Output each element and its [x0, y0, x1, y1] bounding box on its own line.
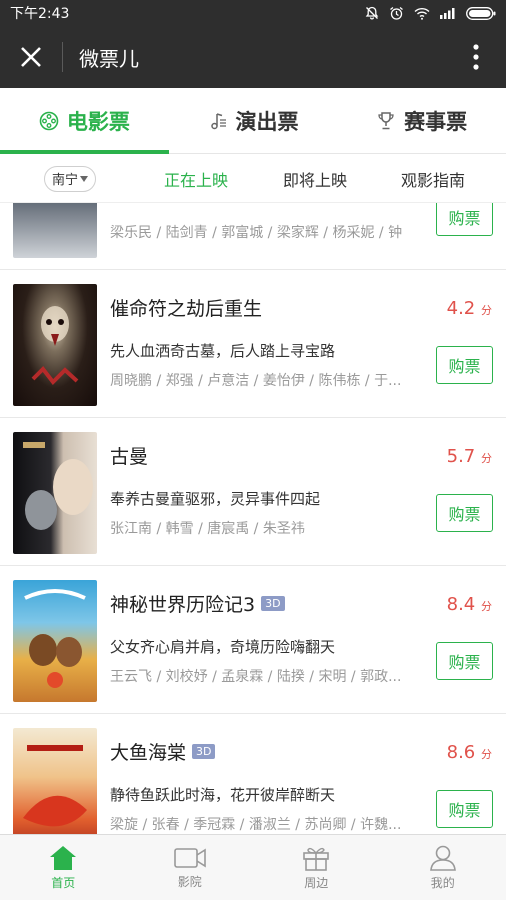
tab-movie-tickets[interactable]: 电影票: [0, 88, 169, 154]
more-vertical-icon: [473, 44, 479, 70]
tab-viewing-guide[interactable]: 观影指南: [401, 155, 465, 203]
trophy-icon: [378, 111, 394, 129]
movie-title-text: 大鱼海棠: [110, 742, 187, 764]
status-icons: [365, 6, 496, 21]
status-bar: 下午2:43: [0, 0, 506, 26]
title-bar: 微票儿: [0, 26, 506, 88]
movie-title-text: 神秘世界历险记3: [110, 594, 256, 616]
nav-nearby-label: 周边: [304, 875, 329, 890]
movie-poster: [13, 580, 97, 702]
movie-poster: [13, 284, 97, 406]
movie-score-value: 8.6: [446, 742, 476, 763]
nav-mine-label: 我的: [430, 875, 455, 890]
list-item[interactable]: 大鱼海棠 3D 8.6 分 静待鱼跃此时海，花开彼岸醉断天 梁旋 / 张春 / 季…: [0, 714, 506, 834]
movie-desc: 父女齐心肩并肩，奇境历险嗨翻天: [110, 638, 336, 656]
movie-score: 5.7 分: [447, 446, 492, 467]
score-unit: 分: [481, 600, 492, 613]
tab-now-showing[interactable]: 正在上映: [164, 155, 228, 203]
mute-bell-icon: [365, 6, 379, 20]
list-item[interactable]: 梁乐民 / 陆剑青 / 郭富城 / 梁家辉 / 杨采妮 / 钟 购票: [0, 203, 506, 270]
movie-cast: 王云飞 / 刘校妤 / 孟泉霖 / 陆揆 / 宋明 / 郭政...: [110, 669, 402, 685]
battery-icon: [466, 6, 496, 20]
gift-icon: [303, 847, 330, 871]
movie-poster: [13, 432, 97, 554]
bottom-nav: 首页 影院 周边 我的: [0, 834, 506, 900]
list-item[interactable]: 神秘世界历险记3 3D 8.4 分 父女齐心肩并肩，奇境历险嗨翻天 王云飞 / 刘…: [0, 566, 506, 714]
city-selector[interactable]: 南宁: [44, 165, 96, 192]
movie-title: 神秘世界历险记3 3D: [110, 590, 285, 617]
movie-title: 大鱼海棠 3D: [110, 738, 216, 765]
music-note-icon: [210, 112, 226, 129]
list-item[interactable]: 古曼 5.7 分 奉养古曼童驱邪，灵异事件四起 张江南 / 韩雪 / 唐宸禹 /…: [0, 418, 506, 566]
movie-score: 8.6 分: [447, 742, 492, 763]
video-camera-icon: [173, 847, 206, 868]
wifi-icon: [414, 7, 430, 20]
score-unit: 分: [481, 304, 492, 317]
movie-list: 梁乐民 / 陆剑青 / 郭富城 / 梁家辉 / 杨采妮 / 钟 购票 催命符之劫…: [0, 203, 506, 834]
category-tabs: 电影票 演出票 赛事票: [0, 88, 506, 154]
nav-mine[interactable]: 我的: [380, 835, 506, 900]
buy-ticket-button[interactable]: 购票: [436, 203, 493, 236]
list-item[interactable]: 催命符之劫后重生 4.2 分 先人血洒奇古墓，后人踏上寻宝路 周晓鹏 / 郑强 …: [0, 270, 506, 418]
close-button[interactable]: [0, 26, 62, 88]
score-unit: 分: [481, 748, 492, 761]
home-icon: [50, 845, 77, 870]
dropdown-arrow-icon: [80, 175, 88, 182]
badge-3d: 3D: [261, 596, 285, 611]
tab-sports-tickets-label: 赛事票: [404, 109, 468, 134]
nav-home-label: 首页: [51, 875, 76, 890]
more-button[interactable]: [446, 26, 506, 88]
nav-cinema[interactable]: 影院: [127, 835, 254, 900]
status-time: 下午2:43: [10, 6, 70, 22]
sub-tabs: 南宁 正在上映 即将上映 观影指南: [0, 155, 506, 203]
movie-desc: 先人血洒奇古墓，后人踏上寻宝路: [110, 342, 336, 360]
alarm-icon: [389, 6, 404, 21]
movie-score-value: 4.2: [446, 298, 476, 319]
film-reel-icon: [39, 111, 59, 130]
close-icon: [21, 47, 41, 67]
buy-ticket-button[interactable]: 购票: [436, 790, 493, 828]
movie-title: 古曼: [110, 442, 148, 469]
movie-cast: 梁旋 / 张春 / 季冠霖 / 潘淑兰 / 苏尚卿 / 许魏...: [110, 817, 402, 833]
nav-nearby[interactable]: 周边: [253, 835, 380, 900]
movie-desc: 奉养古曼童驱邪，灵异事件四起: [110, 490, 321, 508]
tab-movie-tickets-label: 电影票: [66, 109, 130, 134]
signal-icon: [440, 7, 456, 19]
buy-ticket-button[interactable]: 购票: [436, 642, 493, 680]
nav-home[interactable]: 首页: [0, 835, 127, 900]
badge-3d: 3D: [192, 744, 216, 759]
movie-score-value: 8.4: [446, 594, 476, 615]
city-label: 南宁: [51, 173, 78, 188]
tab-sports-tickets[interactable]: 赛事票: [337, 88, 506, 153]
tab-show-tickets[interactable]: 演出票: [169, 88, 338, 153]
buy-ticket-button[interactable]: 购票: [436, 494, 493, 532]
movie-score-value: 5.7: [446, 446, 476, 467]
tab-show-tickets-label: 演出票: [235, 109, 299, 134]
score-unit: 分: [481, 452, 492, 465]
nav-cinema-label: 影院: [177, 874, 202, 889]
movie-poster: [13, 728, 97, 834]
movie-title-text: 古曼: [110, 446, 149, 468]
buy-ticket-button[interactable]: 购票: [436, 346, 493, 384]
movie-score: 4.2 分: [447, 298, 492, 319]
movie-desc: 静待鱼跃此时海，花开彼岸醉断天: [110, 786, 336, 804]
movie-cast: 周晓鹏 / 郑强 / 卢意洁 / 姜怡伊 / 陈伟栋 / 于...: [110, 373, 402, 389]
movie-title: 催命符之劫后重生: [110, 294, 262, 321]
movie-score: 8.4 分: [447, 594, 492, 615]
movie-cast: 梁乐民 / 陆剑青 / 郭富城 / 梁家辉 / 杨采妮 / 钟: [110, 225, 403, 241]
page-title: 微票儿: [79, 46, 139, 71]
user-icon: [429, 845, 456, 871]
movie-poster: [13, 203, 97, 258]
movie-title-text: 催命符之劫后重生: [110, 298, 263, 320]
tab-coming-soon[interactable]: 即将上映: [283, 155, 347, 203]
movie-cast: 张江南 / 韩雪 / 唐宸禹 / 朱圣祎: [110, 521, 305, 537]
